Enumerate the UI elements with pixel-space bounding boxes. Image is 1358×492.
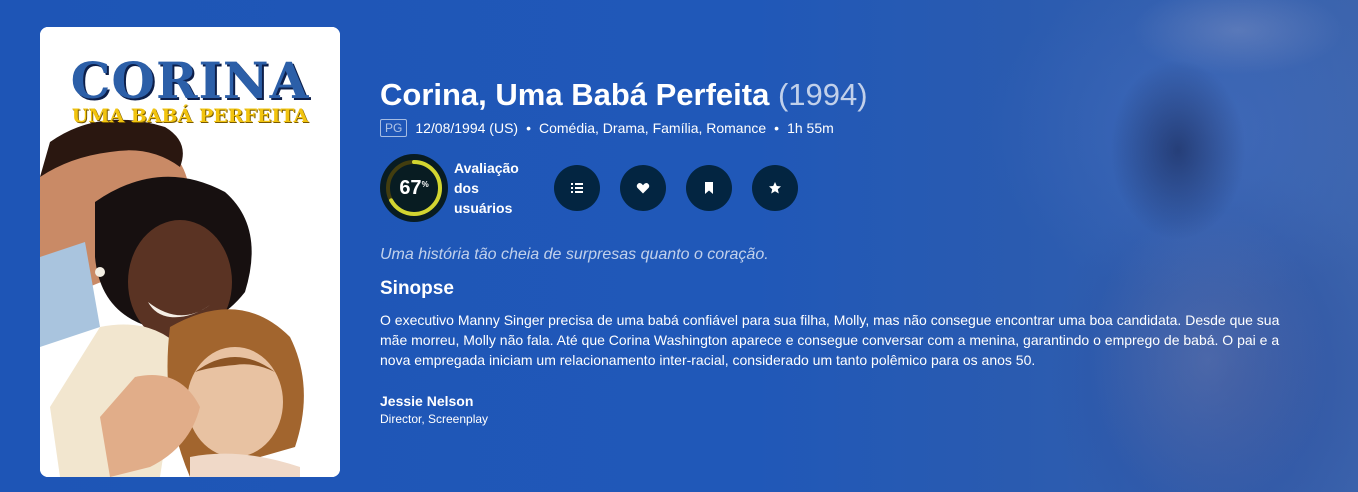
action-bar: 67% Avaliação dos usuários [380, 154, 1320, 222]
poster-title: CORINA [70, 51, 310, 110]
user-score-label: Avaliação dos usuários [454, 160, 519, 216]
movie-header: Corina, Uma Babá Perfeita (1994) PG 12/0… [380, 74, 1320, 427]
watchlist-button[interactable] [686, 165, 732, 211]
tagline: Uma história tão cheia de surpresas quan… [380, 246, 769, 263]
add-to-list-button[interactable] [554, 165, 600, 211]
heart-icon [636, 182, 650, 194]
certification-badge: PG [380, 119, 408, 137]
movie-title-line: Corina, Uma Babá Perfeita (1994) [380, 74, 1320, 116]
separator-dot: • [526, 120, 531, 136]
movie-poster[interactable]: CORINA UMA BABÁ PERFEITA [40, 27, 340, 477]
score-value-wrap: 67% [380, 154, 448, 222]
movie-title-link[interactable]: Corina, Uma Babá Perfeita [380, 77, 769, 112]
score-value: 67 [399, 176, 422, 199]
movie-facts: PG 12/08/1994 (US) • Comédia, Drama, Fam… [380, 118, 1320, 138]
genres: Comédia, Drama, Família, Romance [538, 120, 767, 136]
overview-text: O executivo Manny Singer precisa de uma … [380, 312, 1280, 368]
crew-list: Jessie Nelson Director, Screenplay [380, 391, 1320, 427]
star-icon [769, 182, 781, 194]
overview-heading: Sinopse [380, 278, 454, 299]
rate-button[interactable] [752, 165, 798, 211]
release-date: 12/08/1994 (US) [415, 120, 519, 136]
separator-dot: • [774, 120, 780, 136]
crew-member: Jessie Nelson Director, Screenplay [380, 391, 1320, 427]
release-year: (1994) [777, 77, 868, 112]
score-unit: % [421, 179, 429, 189]
user-score-chart[interactable]: 67% [380, 154, 448, 222]
list-icon [571, 183, 583, 193]
poster-subtitle: UMA BABÁ PERFEITA [71, 105, 309, 127]
bookmark-icon [705, 182, 713, 194]
crew-role: Director, Screenplay [380, 412, 489, 426]
favorite-button[interactable] [620, 165, 666, 211]
crew-name[interactable]: Jessie Nelson [380, 391, 1320, 411]
runtime: 1h 55m [787, 120, 834, 136]
